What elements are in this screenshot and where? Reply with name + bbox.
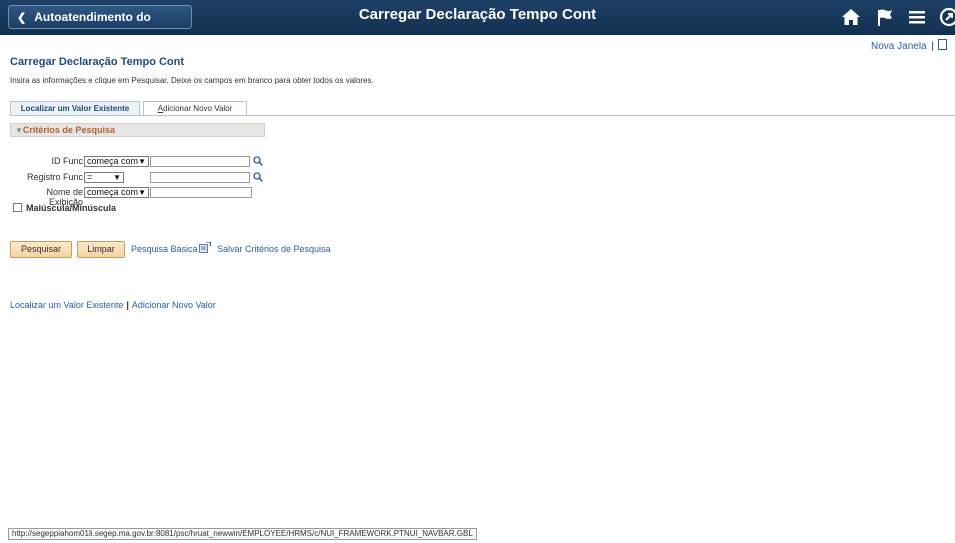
chevron-down-icon: ▼ bbox=[113, 173, 121, 182]
empl-rcd-input[interactable] bbox=[150, 172, 250, 183]
navbar-icon[interactable] bbox=[938, 6, 955, 28]
empl-id-operator-value: começa com bbox=[87, 156, 139, 166]
search-criteria-header[interactable]: ▼Critérios de Pesquisa bbox=[10, 123, 265, 137]
new-window-link[interactable]: Nova Janela bbox=[871, 41, 927, 52]
clear-button[interactable]: Limpar bbox=[77, 241, 125, 258]
tab-add-new-label: dicionar Novo Valor bbox=[163, 104, 233, 113]
bottom-links-separator: | bbox=[126, 300, 129, 310]
display-name-input[interactable] bbox=[150, 187, 252, 198]
lookup-icon[interactable] bbox=[253, 156, 263, 166]
search-criteria-title: Critérios de Pesquisa bbox=[22, 125, 115, 135]
tab-add-new[interactable]: Adicionar Novo Valor bbox=[143, 101, 247, 116]
page-title: Carregar Declaração Tempo Cont bbox=[10, 56, 185, 68]
top-header-bar: ❮ Autoatendimento do Gerente Carregar Dec… bbox=[0, 0, 955, 47]
utility-separator: | bbox=[931, 41, 934, 52]
empl-rcd-label: Registro Func bbox=[26, 172, 83, 182]
page-instructions: Insira as informações e clique em Pesqui… bbox=[10, 76, 374, 85]
home-icon[interactable] bbox=[840, 6, 862, 28]
tab-divider bbox=[10, 115, 955, 116]
add-new-value-link[interactable]: Adicionar Novo Valor bbox=[132, 300, 216, 310]
chevron-down-icon: ▼ bbox=[138, 157, 146, 166]
save-search-criteria-link[interactable]: Salvar Critérios de Pesquisa bbox=[217, 244, 331, 254]
case-sensitive-label: Maiúscula/Minúscula bbox=[26, 203, 117, 213]
empl-rcd-operator-value: = bbox=[87, 172, 93, 182]
chevron-down-icon: ▼ bbox=[138, 188, 146, 197]
empl-id-label: ID Func bbox=[51, 156, 83, 166]
bottom-nav-links: Localizar um Valor Existente | Adicionar N… bbox=[10, 300, 216, 310]
lookup-icon[interactable] bbox=[253, 172, 263, 182]
collapse-triangle-icon: ▼ bbox=[15, 126, 23, 135]
tab-find-existing[interactable]: Localizar um Valor Existente bbox=[10, 101, 140, 116]
empl-rcd-operator-select[interactable]: = ▼ bbox=[84, 172, 124, 183]
page-header-title: Carregar Declaração Tempo Cont bbox=[358, 6, 597, 23]
browser-status-url: http://segeppiahom01li.segep.ma.gov.br:8… bbox=[8, 528, 477, 540]
utility-links: Nova Janela | bbox=[871, 39, 947, 52]
basic-search-link[interactable]: Pesquisa Básica bbox=[131, 244, 198, 254]
case-sensitive-checkbox[interactable] bbox=[13, 203, 22, 212]
menu-icon[interactable] bbox=[906, 6, 928, 28]
find-existing-value-link[interactable]: Localizar um Valor Existente bbox=[10, 300, 123, 310]
search-button[interactable]: Pesquisar bbox=[10, 241, 72, 258]
help-icon[interactable] bbox=[938, 39, 947, 50]
empl-id-operator-select[interactable]: começa com ▼ bbox=[84, 156, 149, 167]
save-criteria-icon[interactable] bbox=[199, 242, 211, 253]
display-name-operator-select[interactable]: começa com ▼ bbox=[84, 187, 149, 198]
empl-id-input[interactable] bbox=[150, 156, 250, 167]
flag-icon[interactable] bbox=[874, 6, 896, 28]
display-name-operator-value: começa com bbox=[87, 187, 139, 197]
